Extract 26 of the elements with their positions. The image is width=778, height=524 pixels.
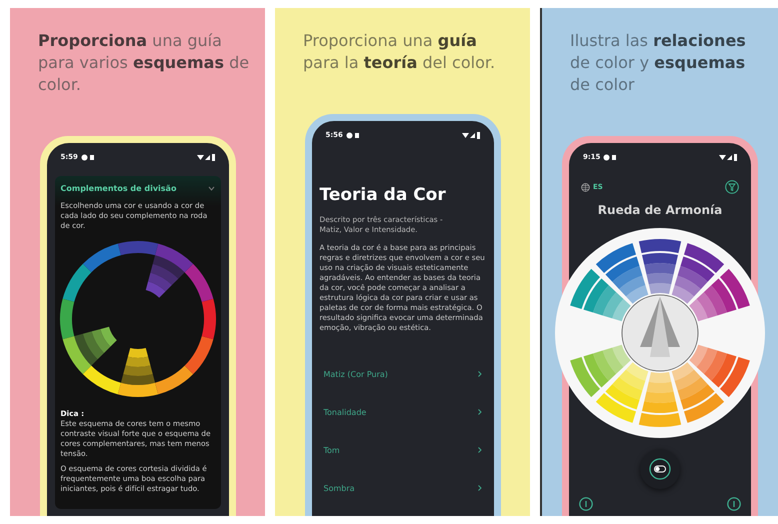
headline: Proporciona una guía para la teoría del color.: [302, 30, 496, 74]
globe-icon: [581, 182, 590, 192]
topic-item[interactable]: Matiz (Cor Pura): [320, 355, 486, 394]
info-icon[interactable]: [579, 496, 593, 511]
card-title[interactable]: Complementos de divisão: [60, 184, 176, 194]
chevron-right-icon: [478, 409, 482, 416]
status-icons: [346, 132, 360, 140]
topic-item[interactable]: Sombra: [320, 469, 486, 508]
signal-icons: [196, 154, 214, 162]
screen-title: Rueda de Armonía: [596, 202, 724, 219]
topic-item[interactable]: Tonalidade: [320, 393, 486, 432]
status-icons: [603, 154, 618, 162]
chevron-right-icon: [478, 447, 482, 454]
headline: Proporciona una guía para varios esquemas de color.: [37, 30, 250, 96]
signal-icons: [719, 154, 737, 162]
chevron-right-icon: [478, 371, 482, 378]
status-icons: [80, 154, 95, 162]
filter-icon[interactable]: [725, 180, 739, 194]
chevron-icon[interactable]: [208, 185, 214, 192]
chevron-right-icon: [478, 485, 482, 492]
screen-title: Teoria da Cor: [320, 184, 447, 208]
topic-item[interactable]: Tom: [320, 431, 486, 470]
toggle-icon: [649, 458, 671, 480]
signal-icons: [462, 132, 480, 140]
headline: Ilustra las relaciones de color y esquemas de color: [569, 30, 747, 96]
info-icon[interactable]: [727, 496, 741, 511]
